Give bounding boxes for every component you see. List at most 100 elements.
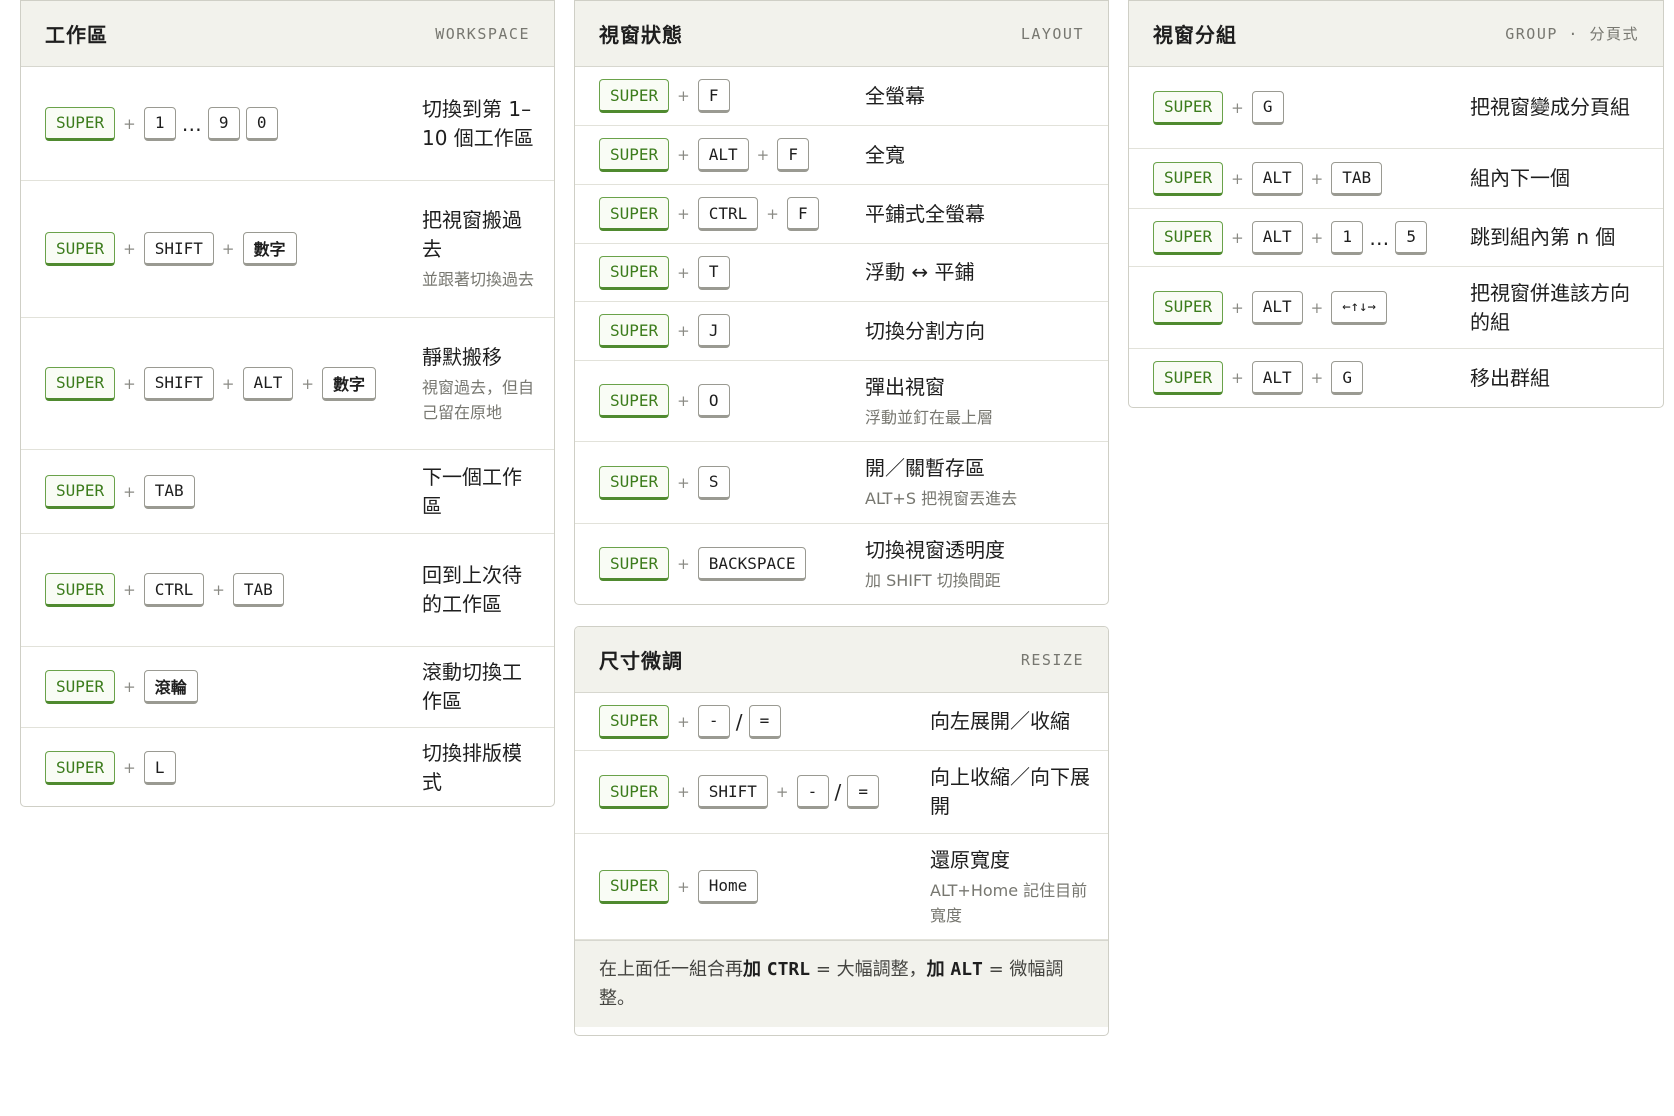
arrow-keys-icon: ←↑↓→ — [1331, 290, 1387, 325]
key-alt: ALT — [242, 366, 294, 401]
shortcut-row: SUPER + SHIFT + - / = 向上收縮／向下展開 — [575, 751, 1108, 834]
key-super: SUPER — [45, 366, 116, 401]
key-1: 1 — [1331, 220, 1364, 255]
key-super: SUPER — [1153, 220, 1224, 255]
key-0: 0 — [245, 106, 278, 141]
key-super: SUPER — [45, 474, 116, 509]
key-super: SUPER — [599, 255, 670, 290]
key-f: F — [777, 138, 810, 172]
key-equals: = — [748, 704, 781, 739]
key-super: SUPER — [599, 197, 670, 231]
resize-card-title: 尺寸微調 — [599, 649, 683, 673]
key-alt: ALT — [697, 138, 749, 172]
description-main: 移出群組 — [1470, 365, 1550, 390]
note-emphasis: 加 — [926, 959, 945, 980]
description-main: 向上收縮／向下展開 — [930, 765, 1090, 818]
key-super: SUPER — [599, 869, 670, 904]
shortcut-description: 向上收縮／向下展開 — [930, 763, 1108, 821]
shortcut-description: 彈出視窗 浮動並釘在最上層 — [865, 373, 1007, 430]
plus-sign: + — [677, 322, 690, 340]
description-main: 全螢幕 — [865, 83, 925, 108]
plus-sign: + — [1310, 369, 1324, 387]
key-g: G — [1331, 361, 1364, 395]
key-combo: SUPER + SHIFT + 數字 — [21, 232, 422, 266]
shortcut-row: SUPER + ALT + F 全寬 — [575, 126, 1108, 185]
plus-sign: + — [1310, 298, 1324, 317]
plus-sign: + — [677, 712, 690, 731]
plus-sign: + — [775, 783, 789, 801]
range-ellipsis: … — [1369, 225, 1390, 250]
key-alt: ALT — [1251, 220, 1303, 255]
key-shift: SHIFT — [697, 775, 768, 809]
key-combo: SUPER + TAB — [21, 474, 422, 509]
key-super: SUPER — [1153, 290, 1224, 325]
shortcut-description: 全寬 — [865, 141, 919, 170]
key-combo: SUPER + CTRL + TAB — [21, 573, 422, 607]
key-combo: SUPER + O — [575, 384, 865, 418]
plus-sign: + — [677, 205, 690, 223]
description-main: 組內下一個 — [1470, 166, 1570, 190]
key-number: 數字 — [321, 366, 376, 401]
shortcut-description: 移出群組 — [1470, 364, 1660, 393]
plus-sign: + — [123, 240, 136, 258]
key-combo: SUPER + ALT + TAB — [1129, 161, 1470, 196]
description-main: 彈出視窗 — [865, 374, 945, 399]
shortcut-row: SUPER + SHIFT + 數字 把視窗搬過去 並跟著切換過去 — [21, 181, 554, 318]
shortcut-description: 全螢幕 — [865, 82, 939, 111]
plus-sign: + — [677, 555, 690, 573]
key-tab: TAB — [1331, 161, 1383, 196]
plus-sign: + — [766, 205, 779, 223]
range-ellipsis: … — [181, 111, 202, 136]
plus-sign: + — [123, 759, 136, 777]
plus-sign: + — [123, 581, 136, 599]
description-main: 切換到第 1–10 個工作區 — [422, 96, 534, 150]
shortcut-row: SUPER + SHIFT + ALT + 數字 靜默搬移 視窗過去，但自己留在… — [21, 318, 554, 450]
plus-sign: + — [212, 581, 225, 599]
shortcut-description: 跳到組內第 n 個 — [1470, 223, 1660, 252]
key-tab: TAB — [232, 573, 284, 607]
key-g: G — [1251, 90, 1284, 125]
key-f: F — [697, 79, 730, 113]
group-card: 視窗分組 GROUP · 分頁式 SUPER + G 把視窗變成分頁組 SUPE… — [1128, 0, 1664, 408]
key-l: L — [143, 751, 176, 785]
key-ctrl: CTRL — [697, 197, 759, 231]
shortcut-row: SUPER + 1 … 9 0 切換到第 1–10 個工作區 — [21, 67, 554, 181]
shortcut-description: 還原寬度 ALT+Home 記住目前寬度 — [930, 846, 1108, 928]
key-combo: SUPER + CTRL + F — [575, 197, 865, 231]
plus-sign: + — [677, 877, 690, 896]
key-super: SUPER — [45, 573, 116, 607]
key-combo: SUPER + BACKSPACE — [575, 547, 865, 581]
key-combo: SUPER + 滾輪 — [21, 670, 422, 704]
resize-card: 尺寸微調 RESIZE SUPER + - / = 向左展開／收縮 SUPER … — [574, 626, 1109, 1036]
key-ctrl: CTRL — [143, 573, 205, 607]
plus-sign: + — [1310, 169, 1324, 188]
key-alt: ALT — [1251, 161, 1303, 196]
resize-card-tag: RESIZE — [1020, 650, 1084, 669]
shortcut-description: 組內下一個 — [1470, 164, 1660, 193]
key-combo: SUPER + SHIFT + - / = — [575, 775, 930, 809]
key-scroll-wheel: 滾輪 — [143, 670, 198, 704]
shortcut-row: SUPER + ALT + ←↑↓→ 把視窗併進該方向的組 — [1129, 267, 1663, 349]
shortcut-row: SUPER + CTRL + F 平鋪式全螢幕 — [575, 185, 1108, 244]
shortcut-description: 向左展開／收縮 — [930, 707, 1084, 736]
shortcut-description: 切換視窗透明度 加 SHIFT 切換間距 — [865, 536, 1019, 593]
key-super: SUPER — [1153, 361, 1224, 395]
plus-sign: + — [677, 146, 690, 164]
description-main: 切換分割方向 — [865, 318, 985, 343]
note-text: = 大幅調整， — [810, 959, 927, 980]
key-combo: SUPER + L — [21, 751, 422, 785]
key-combo: SUPER + - / = — [575, 704, 930, 739]
shortcut-row: SUPER + O 彈出視窗 浮動並釘在最上層 — [575, 361, 1108, 442]
shortcut-description: 把視窗併進該方向的組 — [1470, 279, 1660, 337]
plus-sign: + — [677, 392, 690, 410]
key-combo: SUPER + S — [575, 465, 865, 500]
shortcut-description: 平鋪式全螢幕 — [865, 200, 999, 229]
shortcut-row: SUPER + CTRL + TAB 回到上次待的工作區 — [21, 534, 554, 647]
key-equals: = — [847, 775, 880, 809]
key-super: SUPER — [599, 314, 670, 348]
key-combo: SUPER + F — [575, 79, 865, 113]
key-minus: - — [796, 775, 829, 809]
shortcut-row: SUPER + T 浮動 ↔ 平鋪 — [575, 244, 1108, 302]
shortcut-description: 靜默搬移 視窗過去，但自己留在原地 — [422, 343, 554, 425]
description-main: 把視窗搬過去 — [422, 208, 522, 261]
